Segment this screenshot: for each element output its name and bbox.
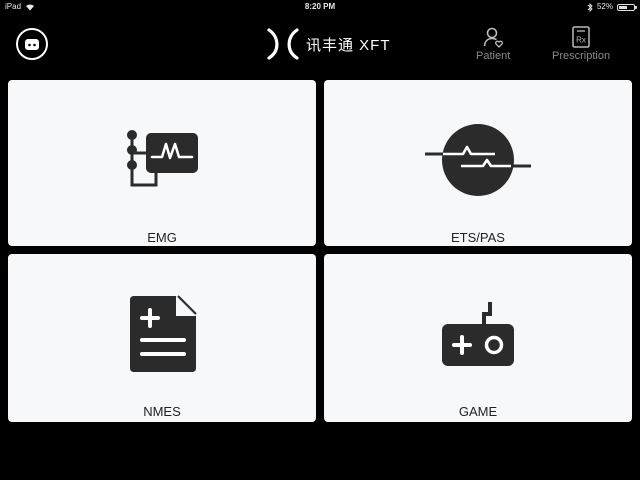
- home-button[interactable]: [16, 28, 48, 60]
- clock: 8:20 PM: [304, 2, 336, 11]
- emg-monitor-icon: [127, 130, 198, 187]
- robot-face-icon: [25, 38, 39, 50]
- module-label-ets-pas: ETS/PAS: [451, 230, 505, 245]
- ets-pas-card[interactable]: ETS/PAS: [324, 80, 632, 246]
- prescription-rx-icon: Rx: [572, 26, 590, 48]
- module-label-emg: EMG: [147, 230, 177, 245]
- logo-text: 讯丰通 XFT: [306, 36, 391, 54]
- prescription-button[interactable]: Rx Prescription: [552, 26, 610, 62]
- pulse-circle-icon: [425, 124, 531, 196]
- patient-button[interactable]: Patient: [476, 26, 510, 62]
- svg-text:Rx: Rx: [576, 36, 586, 45]
- emg-card[interactable]: EMG: [8, 80, 316, 246]
- battery-percent: 52%: [596, 2, 613, 11]
- patient-icon: [483, 27, 504, 48]
- xft-logo-icon: [267, 28, 299, 60]
- game-card[interactable]: GAME: [324, 254, 632, 422]
- prescription-label: Prescription: [552, 50, 611, 62]
- bluetooth-icon: [587, 2, 593, 12]
- document-plus-icon: [130, 295, 197, 372]
- top-bar: 讯丰通 XFT Patient Rx Prescription: [0, 14, 640, 78]
- status-bar: iPad 8:20 PM 52%: [0, 0, 640, 14]
- app-logo: 讯丰通 XFT: [266, 28, 391, 60]
- patient-label: Patient: [476, 50, 511, 62]
- battery-icon: [617, 3, 637, 11]
- module-label-nmes: NMES: [143, 404, 181, 419]
- gamepad-icon: [442, 302, 514, 366]
- module-label-game: GAME: [458, 404, 498, 419]
- nmes-card[interactable]: NMES: [8, 254, 316, 422]
